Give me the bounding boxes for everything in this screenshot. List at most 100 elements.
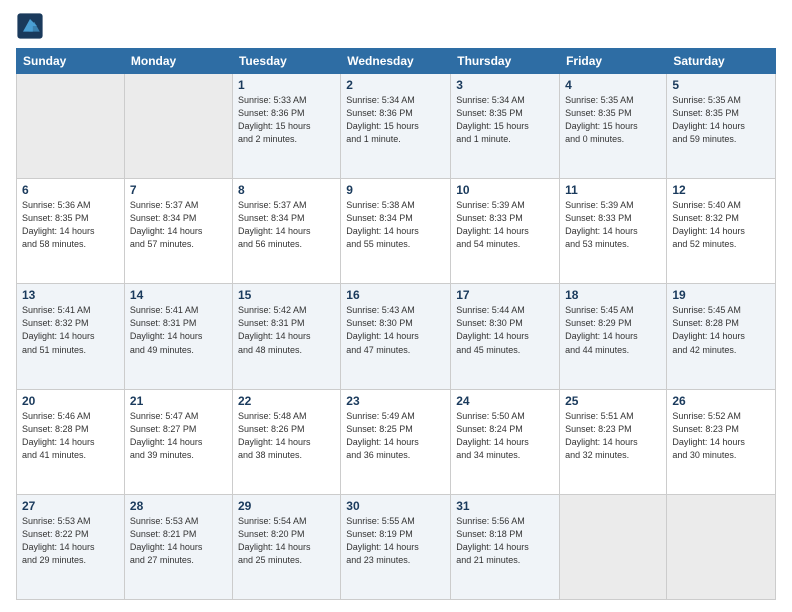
day-number: 16 — [346, 288, 445, 302]
calendar-day-cell: 3 Sunrise: 5:34 AM Sunset: 8:35 PM Daylig… — [451, 74, 560, 179]
calendar-week-row: 13Sunrise: 5:41 AM Sunset: 8:32 PM Dayli… — [17, 284, 776, 389]
calendar-day-cell — [124, 74, 232, 179]
calendar-day-cell: 30 Sunrise: 5:55 AM Sunset: 8:19 PM Dayli… — [341, 494, 451, 599]
day-number: 6 — [22, 183, 119, 197]
day-info: Sunrise: 5:39 AM Sunset: 8:33 PM Dayligh… — [456, 199, 554, 251]
calendar-week-row: 20Sunrise: 5:46 AM Sunset: 8:28 PM Dayli… — [17, 389, 776, 494]
calendar-day-cell: 25 Sunrise: 5:51 AM Sunset: 8:23 PM Dayli… — [560, 389, 667, 494]
header-row: SundayMondayTuesdayWednesdayThursdayFrid… — [17, 49, 776, 74]
day-number: 1 — [238, 78, 335, 92]
day-number: 4 — [565, 78, 661, 92]
day-number: 11 — [565, 183, 661, 197]
day-info: Sunrise: 5:34 AM Sunset: 8:36 PM Dayligh… — [346, 94, 445, 146]
day-number: 12 — [672, 183, 770, 197]
calendar-day-cell: 19 Sunrise: 5:45 AM Sunset: 8:28 PM Dayli… — [667, 284, 776, 389]
calendar-day-cell: 17 Sunrise: 5:44 AM Sunset: 8:30 PM Dayli… — [451, 284, 560, 389]
header — [16, 12, 776, 40]
day-number: 24 — [456, 394, 554, 408]
day-number: 3 — [456, 78, 554, 92]
day-number: 25 — [565, 394, 661, 408]
calendar-day-cell: 12Sunrise: 5:40 AM Sunset: 8:32 PM Dayli… — [667, 179, 776, 284]
calendar-day-cell: 7 Sunrise: 5:37 AM Sunset: 8:34 PM Daylig… — [124, 179, 232, 284]
day-info: Sunrise: 5:39 AM Sunset: 8:33 PM Dayligh… — [565, 199, 661, 251]
day-info: Sunrise: 5:52 AM Sunset: 8:23 PM Dayligh… — [672, 410, 770, 462]
day-number: 17 — [456, 288, 554, 302]
calendar-day-cell: 4 Sunrise: 5:35 AM Sunset: 8:35 PM Daylig… — [560, 74, 667, 179]
calendar-day-cell — [560, 494, 667, 599]
day-info: Sunrise: 5:36 AM Sunset: 8:35 PM Dayligh… — [22, 199, 119, 251]
day-info: Sunrise: 5:56 AM Sunset: 8:18 PM Dayligh… — [456, 515, 554, 567]
day-number: 8 — [238, 183, 335, 197]
day-info: Sunrise: 5:44 AM Sunset: 8:30 PM Dayligh… — [456, 304, 554, 356]
calendar-day-cell: 15 Sunrise: 5:42 AM Sunset: 8:31 PM Dayli… — [232, 284, 340, 389]
day-info: Sunrise: 5:37 AM Sunset: 8:34 PM Dayligh… — [130, 199, 227, 251]
day-number: 21 — [130, 394, 227, 408]
day-number: 14 — [130, 288, 227, 302]
calendar-day-cell: 27 Sunrise: 5:53 AM Sunset: 8:22 PM Dayli… — [17, 494, 125, 599]
calendar-day-cell: 1 Sunrise: 5:33 AM Sunset: 8:36 PM Daylig… — [232, 74, 340, 179]
logo-icon — [16, 12, 44, 40]
calendar-day-cell: 5Sunrise: 5:35 AM Sunset: 8:35 PM Daylig… — [667, 74, 776, 179]
day-info: Sunrise: 5:53 AM Sunset: 8:22 PM Dayligh… — [22, 515, 119, 567]
day-number: 26 — [672, 394, 770, 408]
calendar-week-row: 27 Sunrise: 5:53 AM Sunset: 8:22 PM Dayli… — [17, 494, 776, 599]
calendar-day-cell: 31 Sunrise: 5:56 AM Sunset: 8:18 PM Dayli… — [451, 494, 560, 599]
day-number: 27 — [22, 499, 119, 513]
calendar-day-cell: 13Sunrise: 5:41 AM Sunset: 8:32 PM Dayli… — [17, 284, 125, 389]
day-info: Sunrise: 5:41 AM Sunset: 8:32 PM Dayligh… — [22, 304, 119, 356]
day-info: Sunrise: 5:33 AM Sunset: 8:36 PM Dayligh… — [238, 94, 335, 146]
calendar-day-cell: 22 Sunrise: 5:48 AM Sunset: 8:26 PM Dayli… — [232, 389, 340, 494]
day-number: 28 — [130, 499, 227, 513]
day-number: 15 — [238, 288, 335, 302]
weekday-header: Saturday — [667, 49, 776, 74]
calendar-day-cell: 23Sunrise: 5:49 AM Sunset: 8:25 PM Dayli… — [341, 389, 451, 494]
day-number: 5 — [672, 78, 770, 92]
calendar-day-cell: 9 Sunrise: 5:38 AM Sunset: 8:34 PM Daylig… — [341, 179, 451, 284]
day-info: Sunrise: 5:38 AM Sunset: 8:34 PM Dayligh… — [346, 199, 445, 251]
page: SundayMondayTuesdayWednesdayThursdayFrid… — [0, 0, 792, 612]
day-info: Sunrise: 5:50 AM Sunset: 8:24 PM Dayligh… — [456, 410, 554, 462]
calendar-day-cell — [17, 74, 125, 179]
day-info: Sunrise: 5:45 AM Sunset: 8:28 PM Dayligh… — [672, 304, 770, 356]
day-info: Sunrise: 5:54 AM Sunset: 8:20 PM Dayligh… — [238, 515, 335, 567]
calendar-day-cell: 8Sunrise: 5:37 AM Sunset: 8:34 PM Daylig… — [232, 179, 340, 284]
weekday-header: Tuesday — [232, 49, 340, 74]
calendar-day-cell: 11 Sunrise: 5:39 AM Sunset: 8:33 PM Dayli… — [560, 179, 667, 284]
day-info: Sunrise: 5:55 AM Sunset: 8:19 PM Dayligh… — [346, 515, 445, 567]
day-number: 22 — [238, 394, 335, 408]
weekday-header: Monday — [124, 49, 232, 74]
day-info: Sunrise: 5:35 AM Sunset: 8:35 PM Dayligh… — [565, 94, 661, 146]
calendar-day-cell: 10 Sunrise: 5:39 AM Sunset: 8:33 PM Dayli… — [451, 179, 560, 284]
day-number: 18 — [565, 288, 661, 302]
weekday-header: Thursday — [451, 49, 560, 74]
day-number: 2 — [346, 78, 445, 92]
day-info: Sunrise: 5:43 AM Sunset: 8:30 PM Dayligh… — [346, 304, 445, 356]
day-number: 10 — [456, 183, 554, 197]
weekday-header: Friday — [560, 49, 667, 74]
calendar-day-cell: 14Sunrise: 5:41 AM Sunset: 8:31 PM Dayli… — [124, 284, 232, 389]
day-info: Sunrise: 5:47 AM Sunset: 8:27 PM Dayligh… — [130, 410, 227, 462]
day-number: 23 — [346, 394, 445, 408]
day-info: Sunrise: 5:45 AM Sunset: 8:29 PM Dayligh… — [565, 304, 661, 356]
calendar-day-cell: 26 Sunrise: 5:52 AM Sunset: 8:23 PM Dayli… — [667, 389, 776, 494]
day-info: Sunrise: 5:46 AM Sunset: 8:28 PM Dayligh… — [22, 410, 119, 462]
calendar-day-cell: 6 Sunrise: 5:36 AM Sunset: 8:35 PM Daylig… — [17, 179, 125, 284]
day-number: 31 — [456, 499, 554, 513]
weekday-header: Wednesday — [341, 49, 451, 74]
day-number: 19 — [672, 288, 770, 302]
day-number: 9 — [346, 183, 445, 197]
calendar-day-cell: 16 Sunrise: 5:43 AM Sunset: 8:30 PM Dayli… — [341, 284, 451, 389]
calendar-day-cell: 21 Sunrise: 5:47 AM Sunset: 8:27 PM Dayli… — [124, 389, 232, 494]
day-number: 30 — [346, 499, 445, 513]
calendar-day-cell: 20Sunrise: 5:46 AM Sunset: 8:28 PM Dayli… — [17, 389, 125, 494]
calendar-week-row: 1 Sunrise: 5:33 AM Sunset: 8:36 PM Daylig… — [17, 74, 776, 179]
day-info: Sunrise: 5:53 AM Sunset: 8:21 PM Dayligh… — [130, 515, 227, 567]
logo — [16, 12, 48, 40]
day-info: Sunrise: 5:42 AM Sunset: 8:31 PM Dayligh… — [238, 304, 335, 356]
calendar-day-cell: 28 Sunrise: 5:53 AM Sunset: 8:21 PM Dayli… — [124, 494, 232, 599]
day-info: Sunrise: 5:48 AM Sunset: 8:26 PM Dayligh… — [238, 410, 335, 462]
day-number: 7 — [130, 183, 227, 197]
day-info: Sunrise: 5:51 AM Sunset: 8:23 PM Dayligh… — [565, 410, 661, 462]
day-info: Sunrise: 5:34 AM Sunset: 8:35 PM Dayligh… — [456, 94, 554, 146]
calendar-day-cell: 24 Sunrise: 5:50 AM Sunset: 8:24 PM Dayli… — [451, 389, 560, 494]
